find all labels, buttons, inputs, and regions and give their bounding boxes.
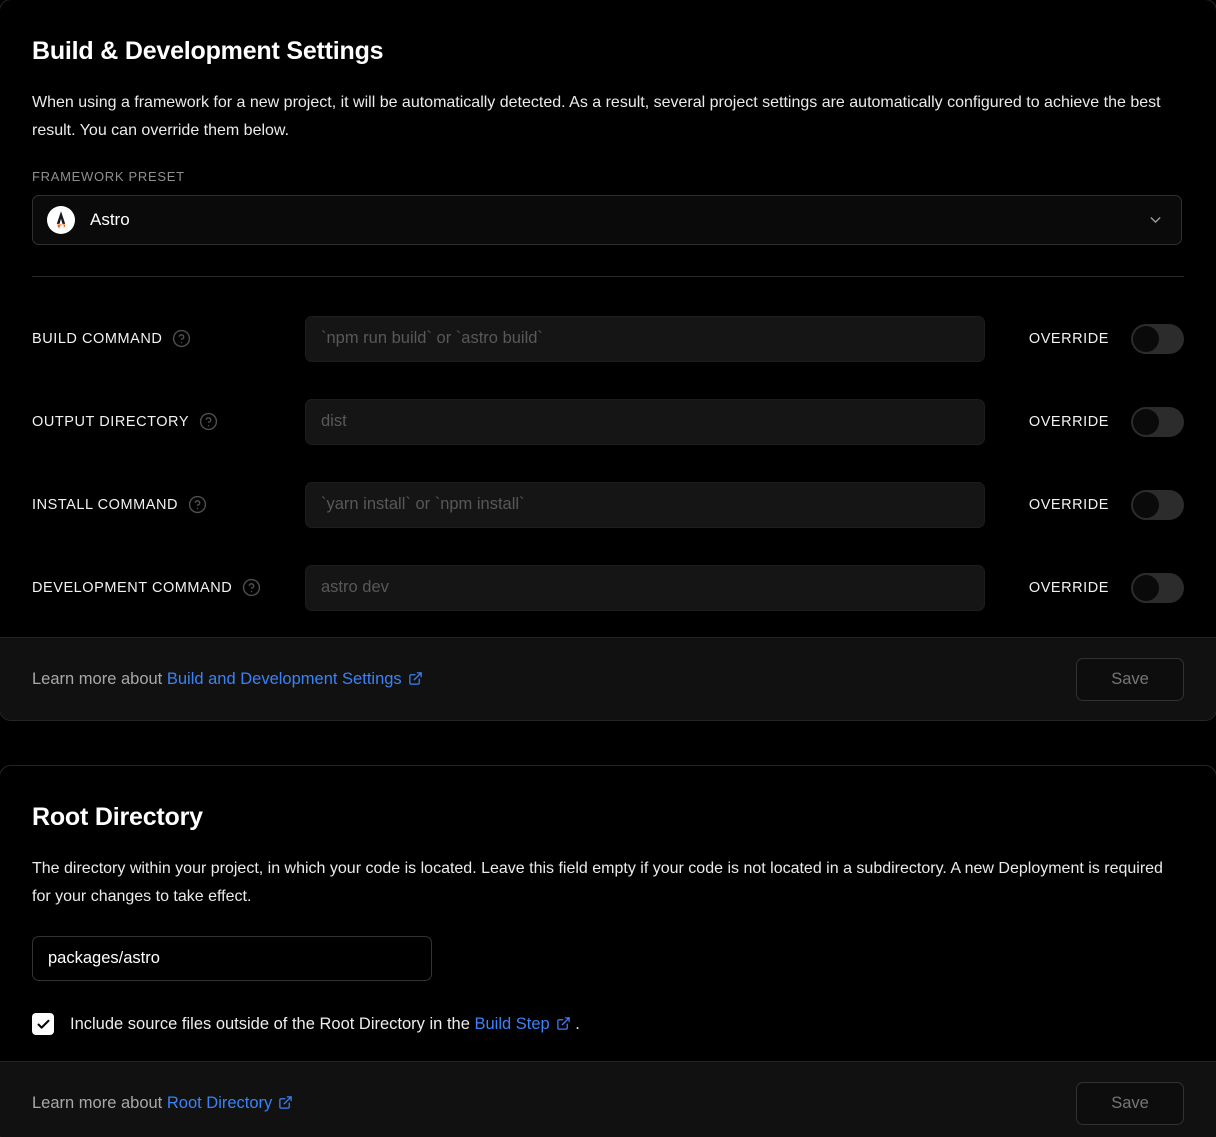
output-directory-override-group: Override	[1028, 406, 1184, 437]
help-circle-icon[interactable]	[199, 412, 218, 431]
command-rows: Build Command `npm run build` or `astro …	[32, 297, 1184, 629]
include-source-files-row: Include source files outside of the Root…	[32, 1013, 1184, 1036]
output-directory-row: Output Directory dist Ove	[32, 380, 1184, 463]
help-circle-icon[interactable]	[242, 578, 261, 597]
build-command-override-toggle[interactable]	[1131, 323, 1184, 354]
build-command-input[interactable]: `npm run build` or `astro build`	[305, 315, 985, 362]
root-directory-description: The directory within your project, in wh…	[32, 860, 1163, 905]
build-command-label: Build Command	[32, 330, 163, 347]
build-command-label-group: Build Command	[32, 329, 305, 348]
install-command-placeholder: `yarn install` or `npm install`	[321, 495, 525, 514]
framework-preset-select[interactable]: Astro	[32, 195, 1182, 246]
root-directory-card: Root Directory The directory within your…	[0, 765, 1216, 1137]
development-command-label: Development Command	[32, 579, 233, 596]
install-command-label-group: Install Command	[32, 495, 305, 514]
root-footer-prefix: Learn more about	[32, 1094, 163, 1112]
settings-page: Build & Development Settings When using …	[0, 0, 1216, 1137]
output-directory-input[interactable]: dist	[305, 398, 985, 445]
help-circle-icon[interactable]	[188, 495, 207, 514]
root-directory-title: Root Directory	[32, 803, 203, 831]
development-command-override-group: Override	[1028, 572, 1184, 603]
root-directory-doc-link-text: Root Directory	[166, 1094, 273, 1112]
development-command-placeholder: astro dev	[321, 578, 389, 597]
page-title: Build & Development Settings	[32, 37, 384, 65]
include-source-files-label: Include source files outside of the Root…	[70, 1014, 580, 1034]
output-directory-override-label: Override	[1028, 413, 1109, 430]
install-command-override-toggle[interactable]	[1131, 489, 1184, 520]
chevron-down-icon	[1147, 212, 1164, 229]
install-command-input[interactable]: `yarn install` or `npm install`	[305, 481, 985, 528]
section-divider	[32, 276, 1184, 278]
build-command-placeholder: `npm run build` or `astro build`	[321, 329, 543, 348]
toggle-knob	[1133, 408, 1159, 435]
toggle-knob	[1133, 491, 1159, 518]
checkmark-icon	[37, 1019, 49, 1029]
include-source-files-period: .	[575, 1015, 580, 1034]
build-command-override-label: Override	[1028, 330, 1109, 347]
help-circle-icon[interactable]	[172, 329, 191, 348]
output-directory-label: Output Directory	[32, 413, 190, 430]
build-settings-doc-link-text: Build and Development Settings	[166, 670, 402, 688]
root-footer-text: Learn more about Root Directory	[32, 1093, 293, 1113]
install-command-override-group: Override	[1028, 489, 1184, 520]
framework-preset-value: Astro	[90, 210, 130, 230]
output-directory-placeholder: dist	[321, 412, 347, 431]
external-link-icon	[556, 1016, 571, 1031]
install-command-row: Install Command `yarn install` or `npm i…	[32, 463, 1184, 546]
output-directory-label-group: Output Directory	[32, 412, 305, 431]
build-card-footer: Learn more about Build and Development S…	[0, 637, 1216, 720]
root-card-footer: Learn more about Root Directory Save	[0, 1061, 1216, 1137]
build-footer-prefix: Learn more about	[32, 670, 163, 688]
external-link-icon	[408, 671, 423, 686]
framework-preset-label: Framework Preset	[32, 169, 185, 185]
include-source-files-text: Include source files outside of the Root…	[70, 1015, 470, 1034]
root-directory-value: packages/astro	[48, 949, 160, 968]
development-command-row: Development Command astro dev	[32, 546, 1184, 629]
toggle-knob	[1133, 325, 1159, 352]
save-button[interactable]: Save	[1076, 657, 1184, 701]
development-command-override-toggle[interactable]	[1131, 572, 1184, 603]
root-directory-input[interactable]: packages/astro	[32, 936, 432, 982]
build-command-row: Build Command `npm run build` or `astro …	[32, 297, 1184, 380]
root-directory-doc-link[interactable]: Root Directory	[167, 1094, 293, 1112]
build-step-link-text: Build Step	[474, 1015, 550, 1034]
astro-logo-icon	[47, 206, 75, 235]
development-command-override-label: Override	[1028, 579, 1109, 596]
save-button[interactable]: Save	[1076, 1081, 1184, 1125]
development-command-label-group: Development Command	[32, 578, 305, 597]
build-step-link[interactable]: Build Step	[474, 1015, 575, 1033]
build-command-override-group: Override	[1028, 323, 1184, 354]
root-card-body: Root Directory The directory within your…	[0, 766, 1216, 1036]
toggle-knob	[1133, 574, 1159, 601]
output-directory-override-toggle[interactable]	[1131, 406, 1184, 437]
install-command-label: Install Command	[32, 496, 179, 513]
build-footer-text: Learn more about Build and Development S…	[32, 669, 423, 689]
build-card-description: When using a framework for a new project…	[32, 94, 1161, 139]
build-settings-doc-link[interactable]: Build and Development Settings	[167, 670, 423, 688]
include-source-files-checkbox[interactable]	[32, 1013, 54, 1036]
external-link-icon	[278, 1095, 293, 1110]
install-command-override-label: Override	[1028, 496, 1109, 513]
development-command-input[interactable]: astro dev	[305, 564, 985, 611]
build-development-settings-card: Build & Development Settings When using …	[0, 0, 1216, 721]
build-card-body: Build & Development Settings When using …	[0, 0, 1216, 629]
